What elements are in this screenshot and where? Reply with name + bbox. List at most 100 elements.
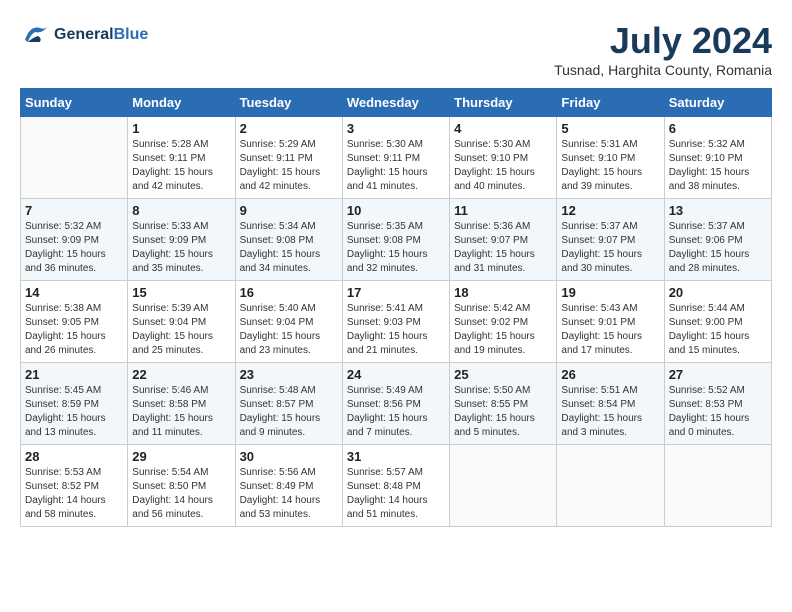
- calendar-cell: 17 Sunrise: 5:41 AM Sunset: 9:03 PM Dayli…: [342, 281, 449, 363]
- day-number: 17: [347, 285, 445, 300]
- calendar-cell: 6 Sunrise: 5:32 AM Sunset: 9:10 PM Daylig…: [664, 117, 771, 199]
- day-info: Sunrise: 5:32 AM Sunset: 9:09 PM Dayligh…: [25, 220, 123, 276]
- day-number: 26: [561, 367, 659, 382]
- calendar-cell: 12 Sunrise: 5:37 AM Sunset: 9:07 PM Dayli…: [557, 199, 664, 281]
- day-info: Sunrise: 5:56 AM Sunset: 8:49 PM Dayligh…: [240, 466, 338, 522]
- calendar-cell: 24 Sunrise: 5:49 AM Sunset: 8:56 PM Dayli…: [342, 363, 449, 445]
- day-info: Sunrise: 5:43 AM Sunset: 9:01 PM Dayligh…: [561, 302, 659, 358]
- day-info: Sunrise: 5:32 AM Sunset: 9:10 PM Dayligh…: [669, 138, 767, 194]
- day-number: 14: [25, 285, 123, 300]
- page-header: GeneralBlue July 2024 Tusnad, Harghita C…: [20, 20, 772, 78]
- day-info: Sunrise: 5:40 AM Sunset: 9:04 PM Dayligh…: [240, 302, 338, 358]
- day-number: 24: [347, 367, 445, 382]
- calendar-cell: 7 Sunrise: 5:32 AM Sunset: 9:09 PM Daylig…: [21, 199, 128, 281]
- day-number: 30: [240, 449, 338, 464]
- calendar-cell: 1 Sunrise: 5:28 AM Sunset: 9:11 PM Daylig…: [128, 117, 235, 199]
- day-info: Sunrise: 5:33 AM Sunset: 9:09 PM Dayligh…: [132, 220, 230, 276]
- weekday-header: Monday: [128, 89, 235, 117]
- day-number: 22: [132, 367, 230, 382]
- day-number: 31: [347, 449, 445, 464]
- day-number: 9: [240, 203, 338, 218]
- calendar-cell: 4 Sunrise: 5:30 AM Sunset: 9:10 PM Daylig…: [450, 117, 557, 199]
- weekday-header: Saturday: [664, 89, 771, 117]
- calendar-cell: 31 Sunrise: 5:57 AM Sunset: 8:48 PM Dayli…: [342, 445, 449, 527]
- day-info: Sunrise: 5:51 AM Sunset: 8:54 PM Dayligh…: [561, 384, 659, 440]
- day-number: 1: [132, 121, 230, 136]
- calendar-cell: 21Sunrise: 5:45 AM Sunset: 8:59 PM Dayli…: [21, 363, 128, 445]
- title-block: July 2024 Tusnad, Harghita County, Roman…: [554, 20, 772, 78]
- day-info: Sunrise: 5:37 AM Sunset: 9:06 PM Dayligh…: [669, 220, 767, 276]
- day-number: 8: [132, 203, 230, 218]
- calendar-cell: [557, 445, 664, 527]
- day-info: Sunrise: 5:46 AM Sunset: 8:58 PM Dayligh…: [132, 384, 230, 440]
- calendar-cell: [664, 445, 771, 527]
- day-info: Sunrise: 5:34 AM Sunset: 9:08 PM Dayligh…: [240, 220, 338, 276]
- logo: GeneralBlue: [20, 20, 148, 50]
- calendar-cell: 29 Sunrise: 5:54 AM Sunset: 8:50 PM Dayli…: [128, 445, 235, 527]
- day-info: Sunrise: 5:37 AM Sunset: 9:07 PM Dayligh…: [561, 220, 659, 276]
- day-number: 12: [561, 203, 659, 218]
- day-info: Sunrise: 5:44 AM Sunset: 9:00 PM Dayligh…: [669, 302, 767, 358]
- day-number: 19: [561, 285, 659, 300]
- calendar-cell: 20 Sunrise: 5:44 AM Sunset: 9:00 PM Dayli…: [664, 281, 771, 363]
- calendar-cell: 3 Sunrise: 5:30 AM Sunset: 9:11 PM Daylig…: [342, 117, 449, 199]
- day-info: Sunrise: 5:39 AM Sunset: 9:04 PM Dayligh…: [132, 302, 230, 358]
- day-info: Sunrise: 5:30 AM Sunset: 9:10 PM Dayligh…: [454, 138, 552, 194]
- calendar-cell: 10Sunrise: 5:35 AM Sunset: 9:08 PM Dayli…: [342, 199, 449, 281]
- calendar-cell: [450, 445, 557, 527]
- month-year-title: July 2024: [554, 20, 772, 62]
- day-number: 25: [454, 367, 552, 382]
- day-info: Sunrise: 5:49 AM Sunset: 8:56 PM Dayligh…: [347, 384, 445, 440]
- weekday-header: Sunday: [21, 89, 128, 117]
- day-number: 16: [240, 285, 338, 300]
- day-number: 5: [561, 121, 659, 136]
- calendar-week-row: 14 Sunrise: 5:38 AM Sunset: 9:05 PM Dayli…: [21, 281, 772, 363]
- day-number: 23: [240, 367, 338, 382]
- day-info: Sunrise: 5:50 AM Sunset: 8:55 PM Dayligh…: [454, 384, 552, 440]
- calendar-cell: 5 Sunrise: 5:31 AM Sunset: 9:10 PM Daylig…: [557, 117, 664, 199]
- calendar-cell: 15Sunrise: 5:39 AM Sunset: 9:04 PM Dayli…: [128, 281, 235, 363]
- calendar-cell: 8 Sunrise: 5:33 AM Sunset: 9:09 PM Daylig…: [128, 199, 235, 281]
- calendar-table: SundayMondayTuesdayWednesdayThursdayFrid…: [20, 88, 772, 527]
- day-number: 27: [669, 367, 767, 382]
- calendar-week-row: 21Sunrise: 5:45 AM Sunset: 8:59 PM Dayli…: [21, 363, 772, 445]
- calendar-cell: 16 Sunrise: 5:40 AM Sunset: 9:04 PM Dayli…: [235, 281, 342, 363]
- day-info: Sunrise: 5:57 AM Sunset: 8:48 PM Dayligh…: [347, 466, 445, 522]
- day-info: Sunrise: 5:30 AM Sunset: 9:11 PM Dayligh…: [347, 138, 445, 194]
- weekday-header: Wednesday: [342, 89, 449, 117]
- day-number: 28: [25, 449, 123, 464]
- day-number: 11: [454, 203, 552, 218]
- calendar-cell: [21, 117, 128, 199]
- day-number: 29: [132, 449, 230, 464]
- weekday-header: Friday: [557, 89, 664, 117]
- day-number: 6: [669, 121, 767, 136]
- day-number: 20: [669, 285, 767, 300]
- day-info: Sunrise: 5:29 AM Sunset: 9:11 PM Dayligh…: [240, 138, 338, 194]
- calendar-cell: 28Sunrise: 5:53 AM Sunset: 8:52 PM Dayli…: [21, 445, 128, 527]
- calendar-cell: 22 Sunrise: 5:46 AM Sunset: 8:58 PM Dayli…: [128, 363, 235, 445]
- calendar-week-row: 7 Sunrise: 5:32 AM Sunset: 9:09 PM Daylig…: [21, 199, 772, 281]
- calendar-cell: 11 Sunrise: 5:36 AM Sunset: 9:07 PM Dayli…: [450, 199, 557, 281]
- day-info: Sunrise: 5:41 AM Sunset: 9:03 PM Dayligh…: [347, 302, 445, 358]
- day-number: 3: [347, 121, 445, 136]
- day-number: 7: [25, 203, 123, 218]
- calendar-header: SundayMondayTuesdayWednesdayThursdayFrid…: [21, 89, 772, 117]
- day-number: 2: [240, 121, 338, 136]
- calendar-cell: 23 Sunrise: 5:48 AM Sunset: 8:57 PM Dayli…: [235, 363, 342, 445]
- day-info: Sunrise: 5:54 AM Sunset: 8:50 PM Dayligh…: [132, 466, 230, 522]
- calendar-cell: 9 Sunrise: 5:34 AM Sunset: 9:08 PM Daylig…: [235, 199, 342, 281]
- day-number: 21: [25, 367, 123, 382]
- calendar-cell: 13 Sunrise: 5:37 AM Sunset: 9:06 PM Dayli…: [664, 199, 771, 281]
- calendar-cell: 14 Sunrise: 5:38 AM Sunset: 9:05 PM Dayli…: [21, 281, 128, 363]
- location-subtitle: Tusnad, Harghita County, Romania: [554, 62, 772, 78]
- day-info: Sunrise: 5:28 AM Sunset: 9:11 PM Dayligh…: [132, 138, 230, 194]
- day-info: Sunrise: 5:31 AM Sunset: 9:10 PM Dayligh…: [561, 138, 659, 194]
- day-info: Sunrise: 5:38 AM Sunset: 9:05 PM Dayligh…: [25, 302, 123, 358]
- day-info: Sunrise: 5:36 AM Sunset: 9:07 PM Dayligh…: [454, 220, 552, 276]
- calendar-cell: 26 Sunrise: 5:51 AM Sunset: 8:54 PM Dayli…: [557, 363, 664, 445]
- day-info: Sunrise: 5:48 AM Sunset: 8:57 PM Dayligh…: [240, 384, 338, 440]
- day-number: 13: [669, 203, 767, 218]
- day-number: 4: [454, 121, 552, 136]
- day-number: 18: [454, 285, 552, 300]
- day-info: Sunrise: 5:35 AM Sunset: 9:08 PM Dayligh…: [347, 220, 445, 276]
